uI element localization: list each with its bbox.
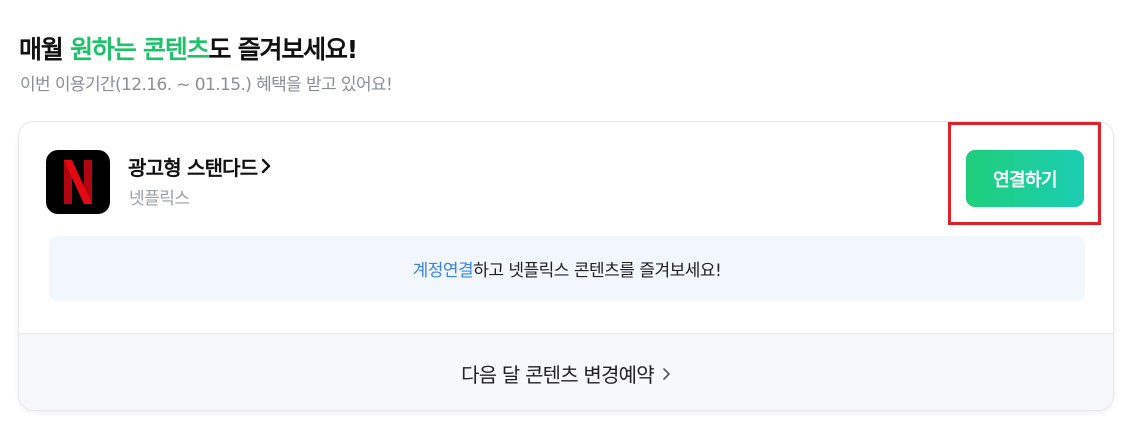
netflix-logo-icon [64, 160, 92, 204]
provider-name: 넷플릭스 [129, 189, 190, 209]
title-highlight: 원하는 콘텐츠 [70, 35, 210, 64]
connect-button[interactable]: 연결하기 [966, 150, 1084, 207]
title-part2: 도 즐겨보세요! [208, 35, 358, 64]
notice-text: 하고 넷플릭스 콘텐츠를 즐겨보세요! [473, 261, 722, 281]
period-subtitle: 이번 이용기간(12.16. ~ 01.15.) 혜택을 받고 있어요! [20, 75, 393, 95]
footer-label: 다음 달 콘텐츠 변경예약 [461, 363, 654, 387]
netflix-logo [46, 150, 110, 214]
chevron-right-icon [261, 155, 271, 179]
account-link[interactable]: 계정연결 [413, 256, 474, 281]
plan-name: 광고형 스탠다드 [128, 156, 258, 180]
chevron-right-icon [662, 362, 671, 386]
plan-name-link[interactable]: 광고형 스탠다드 [128, 152, 271, 181]
title-part1: 매월 [19, 35, 71, 64]
page-title: 매월 원하는 콘텐츠도 즐겨보세요! [19, 30, 358, 66]
subscription-card: 광고형 스탠다드 넷플릭스 연결하기 계정연결 하고 넷플릭스 콘텐츠를 즐겨보세… [18, 121, 1114, 411]
account-link-notice: 계정연결 하고 넷플릭스 콘텐츠를 즐겨보세요! [49, 236, 1085, 301]
next-month-change-button[interactable]: 다음 달 콘텐츠 변경예약 [19, 333, 1113, 410]
